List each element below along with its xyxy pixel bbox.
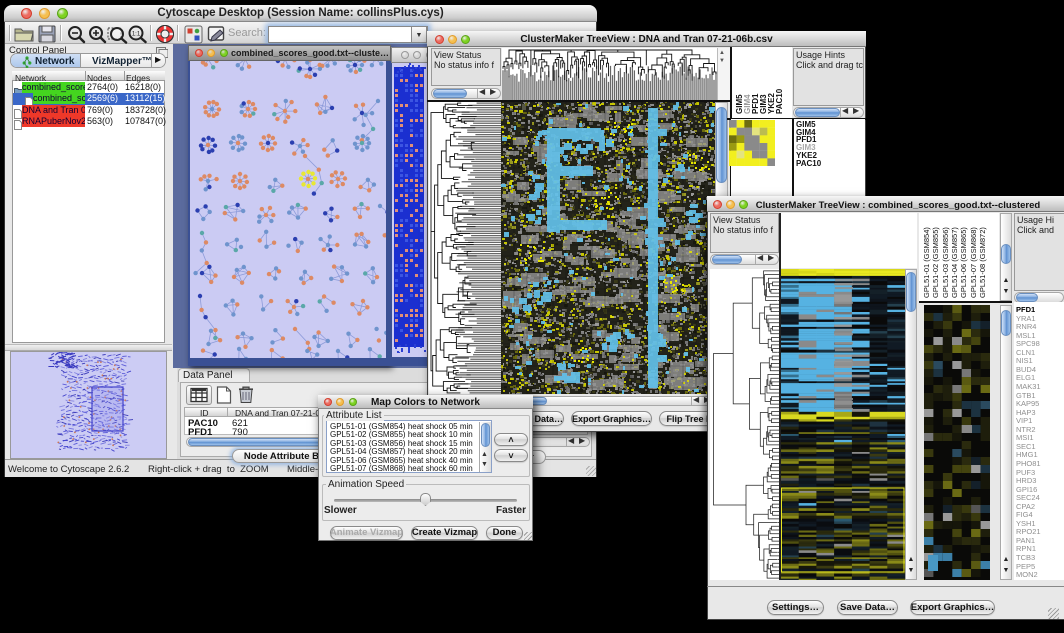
svg-text:1:1: 1:1	[132, 32, 141, 38]
